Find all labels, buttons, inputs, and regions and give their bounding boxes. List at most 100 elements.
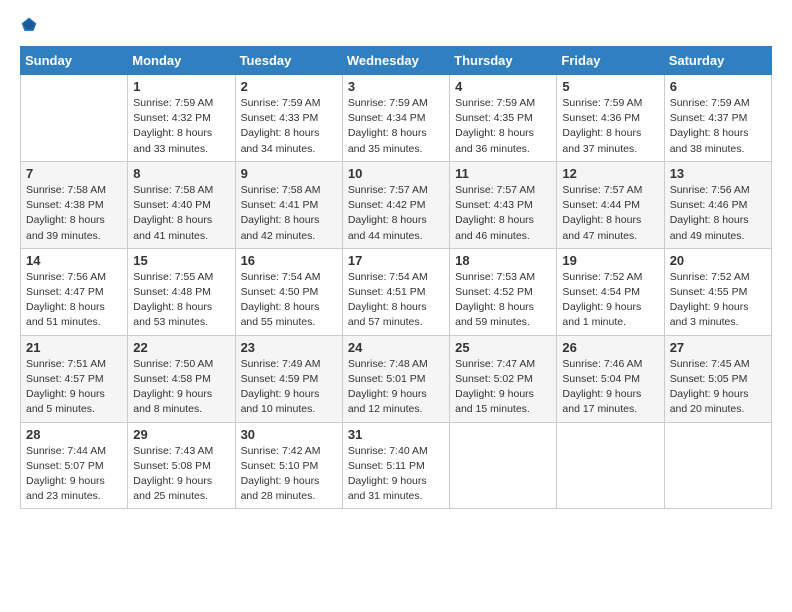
day-number: 23 (241, 340, 337, 355)
col-header-monday: Monday (128, 47, 235, 75)
calendar-cell: 8 Sunrise: 7:58 AM Sunset: 4:40 PM Daylig… (128, 161, 235, 248)
day-info: Sunrise: 7:52 AM Sunset: 4:54 PM Dayligh… (562, 270, 658, 331)
day-info: Sunrise: 7:46 AM Sunset: 5:04 PM Dayligh… (562, 357, 658, 418)
week-row-1: 1Sunrise: 7:59 AM Sunset: 4:32 PM Daylig… (21, 75, 772, 162)
day-number: 29 (133, 427, 229, 442)
day-info: Sunrise: 7:54 AM Sunset: 4:50 PM Dayligh… (241, 270, 337, 331)
day-info: Sunrise: 7:57 AM Sunset: 4:44 PM Dayligh… (562, 183, 658, 244)
day-number: 10 (348, 166, 444, 181)
calendar-cell: 12 Sunrise: 7:57 AM Sunset: 4:44 PM Dayli… (557, 161, 664, 248)
calendar-cell: 6 Sunrise: 7:59 AM Sunset: 4:37 PM Daylig… (664, 75, 771, 162)
day-info: Sunrise: 7:58 AM Sunset: 4:40 PM Dayligh… (133, 183, 229, 244)
day-number: 7 (26, 166, 122, 181)
calendar-cell: 22 Sunrise: 7:50 AM Sunset: 4:58 PM Dayli… (128, 335, 235, 422)
day-number: 13 (670, 166, 766, 181)
calendar-cell: 17 Sunrise: 7:54 AM Sunset: 4:51 PM Dayli… (342, 248, 449, 335)
day-info: Sunrise: 7:57 AM Sunset: 4:42 PM Dayligh… (348, 183, 444, 244)
week-row-3: 14 Sunrise: 7:56 AM Sunset: 4:47 PM Dayli… (21, 248, 772, 335)
day-info: Sunrise: 7:59 AM Sunset: 4:34 PM Dayligh… (348, 96, 444, 157)
week-row-2: 7 Sunrise: 7:58 AM Sunset: 4:38 PM Daylig… (21, 161, 772, 248)
logo-icon (20, 16, 38, 34)
calendar-cell: 29 Sunrise: 7:43 AM Sunset: 5:08 PM Dayli… (128, 422, 235, 509)
week-row-5: 28Sunrise: 7:44 AM Sunset: 5:07 PM Dayli… (21, 422, 772, 509)
col-header-saturday: Saturday (664, 47, 771, 75)
day-info: Sunrise: 7:47 AM Sunset: 5:02 PM Dayligh… (455, 357, 551, 418)
day-info: Sunrise: 7:57 AM Sunset: 4:43 PM Dayligh… (455, 183, 551, 244)
calendar-cell: 10 Sunrise: 7:57 AM Sunset: 4:42 PM Dayli… (342, 161, 449, 248)
day-info: Sunrise: 7:49 AM Sunset: 4:59 PM Dayligh… (241, 357, 337, 418)
day-number: 8 (133, 166, 229, 181)
week-row-4: 21 Sunrise: 7:51 AM Sunset: 4:57 PM Dayli… (21, 335, 772, 422)
calendar-cell (557, 422, 664, 509)
calendar-cell: 13 Sunrise: 7:56 AM Sunset: 4:46 PM Dayli… (664, 161, 771, 248)
day-info: Sunrise: 7:43 AM Sunset: 5:08 PM Dayligh… (133, 444, 229, 505)
calendar-cell: 31 Sunrise: 7:40 AM Sunset: 5:11 PM Dayli… (342, 422, 449, 509)
calendar-table: SundayMondayTuesdayWednesdayThursdayFrid… (20, 46, 772, 509)
day-info: Sunrise: 7:59 AM Sunset: 4:33 PM Dayligh… (241, 96, 337, 157)
day-number: 2 (241, 79, 337, 94)
calendar-cell: 16Sunrise: 7:54 AM Sunset: 4:50 PM Dayli… (235, 248, 342, 335)
day-number: 31 (348, 427, 444, 442)
day-info: Sunrise: 7:52 AM Sunset: 4:55 PM Dayligh… (670, 270, 766, 331)
col-header-thursday: Thursday (450, 47, 557, 75)
calendar-cell: 27 Sunrise: 7:45 AM Sunset: 5:05 PM Dayli… (664, 335, 771, 422)
calendar-cell: 2 Sunrise: 7:59 AM Sunset: 4:33 PM Daylig… (235, 75, 342, 162)
calendar-cell: 9Sunrise: 7:58 AM Sunset: 4:41 PM Daylig… (235, 161, 342, 248)
header-row: SundayMondayTuesdayWednesdayThursdayFrid… (21, 47, 772, 75)
calendar-cell: 5 Sunrise: 7:59 AM Sunset: 4:36 PM Daylig… (557, 75, 664, 162)
day-info: Sunrise: 7:59 AM Sunset: 4:35 PM Dayligh… (455, 96, 551, 157)
day-number: 11 (455, 166, 551, 181)
day-info: Sunrise: 7:40 AM Sunset: 5:11 PM Dayligh… (348, 444, 444, 505)
day-number: 22 (133, 340, 229, 355)
day-number: 20 (670, 253, 766, 268)
col-header-tuesday: Tuesday (235, 47, 342, 75)
day-number: 14 (26, 253, 122, 268)
day-info: Sunrise: 7:45 AM Sunset: 5:05 PM Dayligh… (670, 357, 766, 418)
calendar-cell: 11 Sunrise: 7:57 AM Sunset: 4:43 PM Dayli… (450, 161, 557, 248)
logo (20, 16, 46, 34)
calendar-cell: 1Sunrise: 7:59 AM Sunset: 4:32 PM Daylig… (128, 75, 235, 162)
day-number: 5 (562, 79, 658, 94)
day-number: 21 (26, 340, 122, 355)
day-number: 25 (455, 340, 551, 355)
day-number: 27 (670, 340, 766, 355)
calendar-cell: 21 Sunrise: 7:51 AM Sunset: 4:57 PM Dayli… (21, 335, 128, 422)
calendar-cell: 7 Sunrise: 7:58 AM Sunset: 4:38 PM Daylig… (21, 161, 128, 248)
main-container: SundayMondayTuesdayWednesdayThursdayFrid… (0, 0, 792, 519)
day-number: 26 (562, 340, 658, 355)
day-info: Sunrise: 7:59 AM Sunset: 4:36 PM Dayligh… (562, 96, 658, 157)
day-info: Sunrise: 7:42 AM Sunset: 5:10 PM Dayligh… (241, 444, 337, 505)
day-number: 30 (241, 427, 337, 442)
day-info: Sunrise: 7:50 AM Sunset: 4:58 PM Dayligh… (133, 357, 229, 418)
calendar-cell: 30 Sunrise: 7:42 AM Sunset: 5:10 PM Dayli… (235, 422, 342, 509)
day-info: Sunrise: 7:55 AM Sunset: 4:48 PM Dayligh… (133, 270, 229, 331)
day-info: Sunrise: 7:59 AM Sunset: 4:37 PM Dayligh… (670, 96, 766, 157)
day-number: 4 (455, 79, 551, 94)
calendar-cell: 28Sunrise: 7:44 AM Sunset: 5:07 PM Dayli… (21, 422, 128, 509)
day-number: 12 (562, 166, 658, 181)
calendar-cell (664, 422, 771, 509)
col-header-sunday: Sunday (21, 47, 128, 75)
day-number: 19 (562, 253, 658, 268)
day-info: Sunrise: 7:59 AM Sunset: 4:32 PM Dayligh… (133, 96, 229, 157)
day-number: 17 (348, 253, 444, 268)
day-number: 6 (670, 79, 766, 94)
calendar-cell: 25 Sunrise: 7:47 AM Sunset: 5:02 PM Dayli… (450, 335, 557, 422)
calendar-cell (450, 422, 557, 509)
calendar-cell: 3Sunrise: 7:59 AM Sunset: 4:34 PM Daylig… (342, 75, 449, 162)
col-header-friday: Friday (557, 47, 664, 75)
day-info: Sunrise: 7:56 AM Sunset: 4:47 PM Dayligh… (26, 270, 122, 331)
day-info: Sunrise: 7:58 AM Sunset: 4:38 PM Dayligh… (26, 183, 122, 244)
day-info: Sunrise: 7:54 AM Sunset: 4:51 PM Dayligh… (348, 270, 444, 331)
day-info: Sunrise: 7:51 AM Sunset: 4:57 PM Dayligh… (26, 357, 122, 418)
calendar-cell: 26 Sunrise: 7:46 AM Sunset: 5:04 PM Dayli… (557, 335, 664, 422)
day-info: Sunrise: 7:53 AM Sunset: 4:52 PM Dayligh… (455, 270, 551, 331)
calendar-cell: 18Sunrise: 7:53 AM Sunset: 4:52 PM Dayli… (450, 248, 557, 335)
day-number: 24 (348, 340, 444, 355)
calendar-cell: 20 Sunrise: 7:52 AM Sunset: 4:55 PM Dayli… (664, 248, 771, 335)
calendar-cell: 14 Sunrise: 7:56 AM Sunset: 4:47 PM Dayli… (21, 248, 128, 335)
day-info: Sunrise: 7:58 AM Sunset: 4:41 PM Dayligh… (241, 183, 337, 244)
day-info: Sunrise: 7:56 AM Sunset: 4:46 PM Dayligh… (670, 183, 766, 244)
day-info: Sunrise: 7:48 AM Sunset: 5:01 PM Dayligh… (348, 357, 444, 418)
day-number: 15 (133, 253, 229, 268)
